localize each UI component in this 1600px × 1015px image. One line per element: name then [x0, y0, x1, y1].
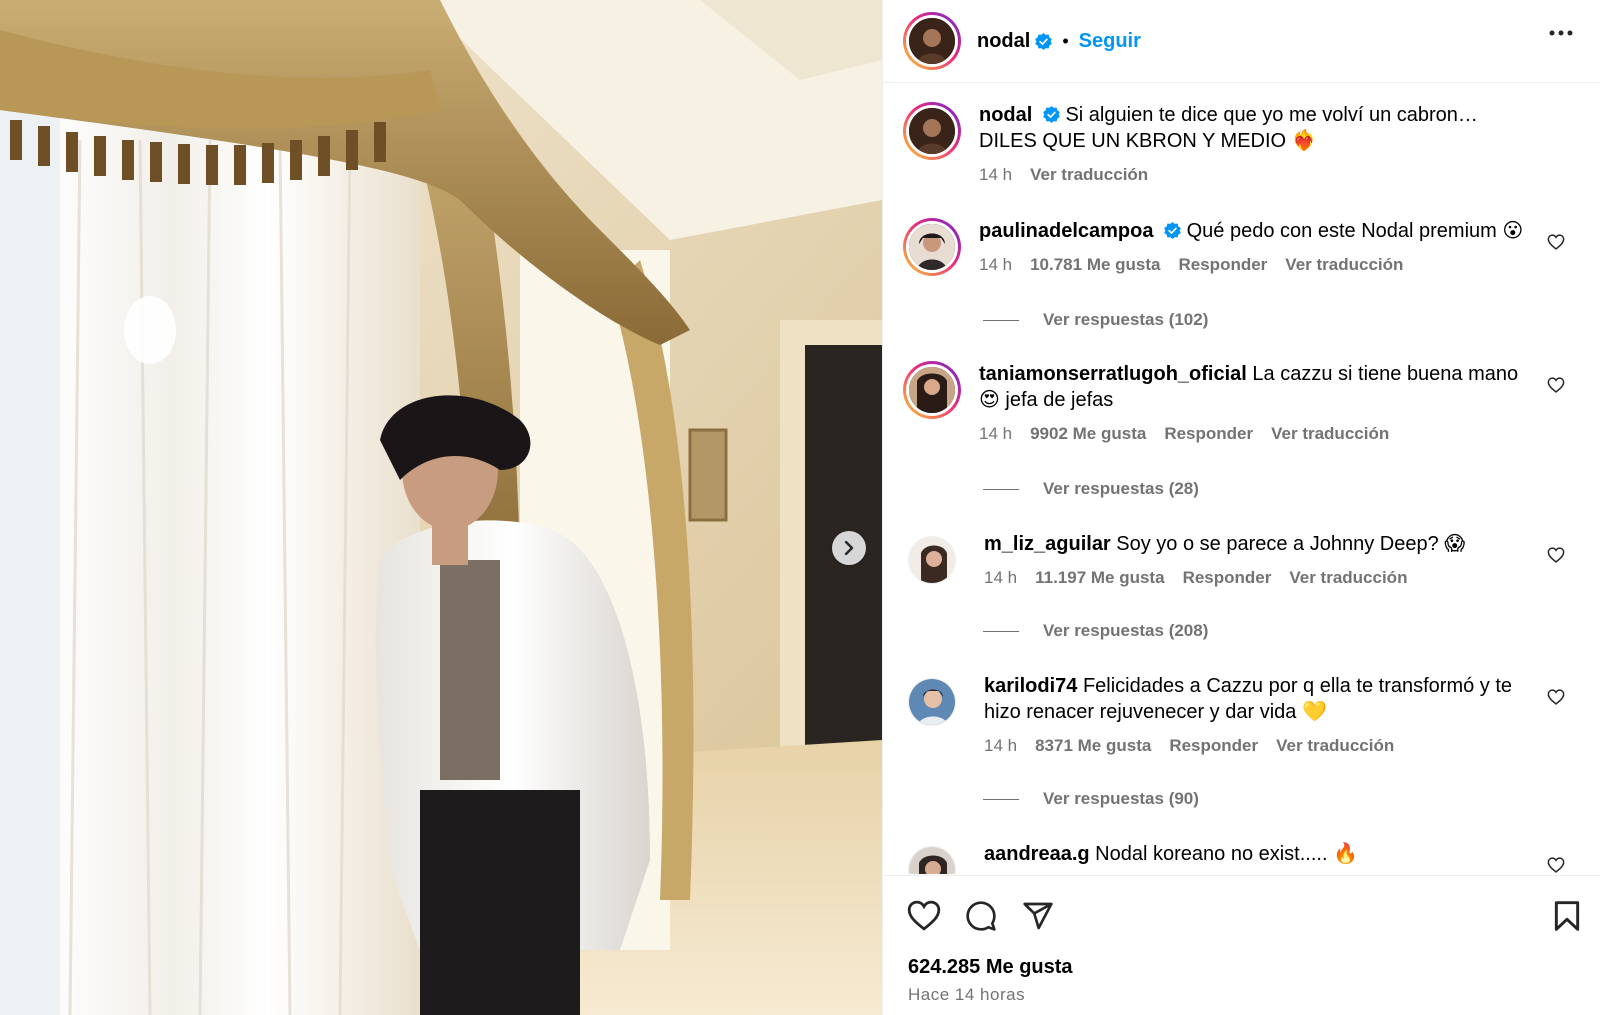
replies-line [983, 488, 1019, 490]
chevron-right-icon [844, 541, 854, 555]
comment-avatar[interactable] [903, 218, 961, 276]
comment-avatar[interactable] [908, 536, 956, 584]
header-separator: • [1062, 30, 1069, 51]
post-side-panel: nodal • Seguir nodal Si alguien te dice … [882, 0, 1600, 1015]
comment-text-line2: 😍 jefa de jefas [979, 389, 1114, 411]
comment-time[interactable]: 14 h [979, 421, 1012, 447]
caption-time[interactable]: 14 h [979, 162, 1012, 188]
comment-avatar-image [909, 537, 955, 583]
caption-avatar[interactable] [903, 102, 961, 160]
verified-badge-icon [1164, 222, 1181, 239]
caption-body: nodal Si alguien te dice que yo me volví… [979, 102, 1559, 188]
comment-text: Felicidades a Cazzu por q ella te transf… [1082, 675, 1513, 697]
comment-likes[interactable]: 9902 Me gusta [1030, 421, 1146, 447]
comment-like-icon[interactable] [1547, 547, 1565, 563]
comment-avatar-image [909, 679, 955, 725]
comment-item: paulinadelcampoa Qué pedo con este Nodal… [903, 218, 1583, 278]
comment-username[interactable]: m_liz_aguilar [984, 533, 1111, 555]
next-photo-button[interactable] [832, 531, 866, 565]
comment-username[interactable]: paulinadelcampoa [979, 220, 1154, 242]
view-replies-label[interactable]: Ver respuestas (90) [1043, 789, 1199, 809]
view-replies-button[interactable]: Ver respuestas (90) [983, 789, 1199, 809]
comment-text: Soy yo o se parece a Johnny Deep? 😱 [1116, 533, 1466, 555]
heart-icon[interactable] [907, 900, 941, 931]
post-actions: 624.285 Me gusta Hace 14 horas [883, 875, 1600, 1015]
comments-list[interactable]: nodal Si alguien te dice que yo me volví… [883, 84, 1600, 874]
comment-reply-link[interactable]: Responder [1169, 733, 1258, 759]
post-caption: nodal Si alguien te dice que yo me volví… [903, 102, 1583, 188]
post-photo [0, 0, 882, 1015]
comment-avatar-image [909, 224, 955, 270]
comment-like-icon[interactable] [1547, 857, 1565, 873]
comment-text: Qué pedo con este Nodal premium 😮 [1186, 220, 1524, 242]
comment-like-icon[interactable] [1547, 689, 1565, 705]
caption-translate-link[interactable]: Ver traducción [1030, 162, 1148, 188]
comment-like-icon[interactable] [1547, 234, 1565, 250]
photo-scene [0, 0, 882, 1015]
post-likes-count[interactable]: 624.285 Me gusta [908, 956, 1073, 979]
replies-line [983, 630, 1019, 632]
verified-badge-icon [1035, 32, 1053, 50]
view-replies-label[interactable]: Ver respuestas (28) [1043, 479, 1199, 499]
author-avatar[interactable] [903, 12, 961, 70]
comment-reply-link[interactable]: Responder [1183, 565, 1272, 591]
comment-translate-link[interactable]: Ver traducción [1276, 733, 1394, 759]
post-timestamp[interactable]: Hace 14 horas [908, 985, 1025, 1005]
comment-item: aandreaa.g Nodal koreano no exist..... 🔥 [903, 841, 1583, 874]
share-icon[interactable] [1021, 900, 1055, 932]
comment-item: karilodi74 Felicidades a Cazzu por q ell… [903, 673, 1583, 759]
comment-likes[interactable]: 10.781 Me gusta [1030, 252, 1160, 278]
caption-username[interactable]: nodal [979, 104, 1032, 126]
comment-avatar[interactable] [903, 361, 961, 419]
comment-username[interactable]: taniamonserratlugoh_oficial [979, 363, 1247, 385]
comment-time[interactable]: 14 h [984, 565, 1017, 591]
view-replies-label[interactable]: Ver respuestas (208) [1043, 621, 1208, 641]
view-replies-button[interactable]: Ver respuestas (208) [983, 621, 1208, 641]
comment-username[interactable]: karilodi74 [984, 675, 1077, 697]
author-avatar-image [909, 18, 955, 64]
comment-avatar[interactable] [908, 678, 956, 726]
view-replies-button[interactable]: Ver respuestas (102) [983, 310, 1208, 330]
comment-translate-link[interactable]: Ver traducción [1285, 252, 1403, 278]
verified-badge-icon [1043, 106, 1060, 123]
caption-text-line1: Si alguien te dice que yo me volví un ca… [1065, 104, 1478, 126]
comment-avatar-image [909, 847, 955, 874]
comment-avatar-image [909, 367, 955, 413]
comment-avatar[interactable] [908, 846, 956, 874]
comment-time[interactable]: 14 h [979, 252, 1012, 278]
post-header: nodal • Seguir [883, 0, 1600, 83]
comment-icon[interactable] [964, 900, 998, 932]
view-replies-button[interactable]: Ver respuestas (28) [983, 479, 1199, 499]
comment-translate-link[interactable]: Ver traducción [1289, 565, 1407, 591]
comment-reply-link[interactable]: Responder [1164, 421, 1253, 447]
comment-item: taniamonserratlugoh_oficial La cazzu si … [903, 361, 1583, 447]
replies-line [983, 798, 1019, 800]
author-username[interactable]: nodal [977, 30, 1030, 53]
comment-translate-link[interactable]: Ver traducción [1271, 421, 1389, 447]
follow-button[interactable]: Seguir [1079, 30, 1141, 53]
comment-text-line2: hizo renacer rejuvenecer y dar vida 💛 [984, 701, 1327, 723]
caption-text-line2: DILES QUE UN KBRON Y MEDIO ❤️‍🔥 [979, 130, 1317, 152]
comment-username[interactable]: aandreaa.g [984, 843, 1090, 865]
comment-reply-link[interactable]: Responder [1179, 252, 1268, 278]
comment-likes[interactable]: 11.197 Me gusta [1035, 565, 1164, 591]
view-replies-label[interactable]: Ver respuestas (102) [1043, 310, 1208, 330]
comment-like-icon[interactable] [1547, 377, 1565, 393]
comment-likes[interactable]: 8371 Me gusta [1035, 733, 1151, 759]
bookmark-icon[interactable] [1553, 900, 1581, 932]
comment-text: Nodal koreano no exist..... 🔥 [1095, 843, 1358, 865]
comment-item: m_liz_aguilar Soy yo o se parece a Johnn… [903, 531, 1583, 591]
comment-time[interactable]: 14 h [984, 733, 1017, 759]
instagram-post-view: nodal • Seguir nodal Si alguien te dice … [0, 0, 1600, 1015]
comment-text: La cazzu si tiene buena mano [1252, 363, 1519, 385]
caption-avatar-image [909, 108, 955, 154]
replies-line [983, 319, 1019, 321]
more-options-icon[interactable] [1549, 30, 1573, 36]
